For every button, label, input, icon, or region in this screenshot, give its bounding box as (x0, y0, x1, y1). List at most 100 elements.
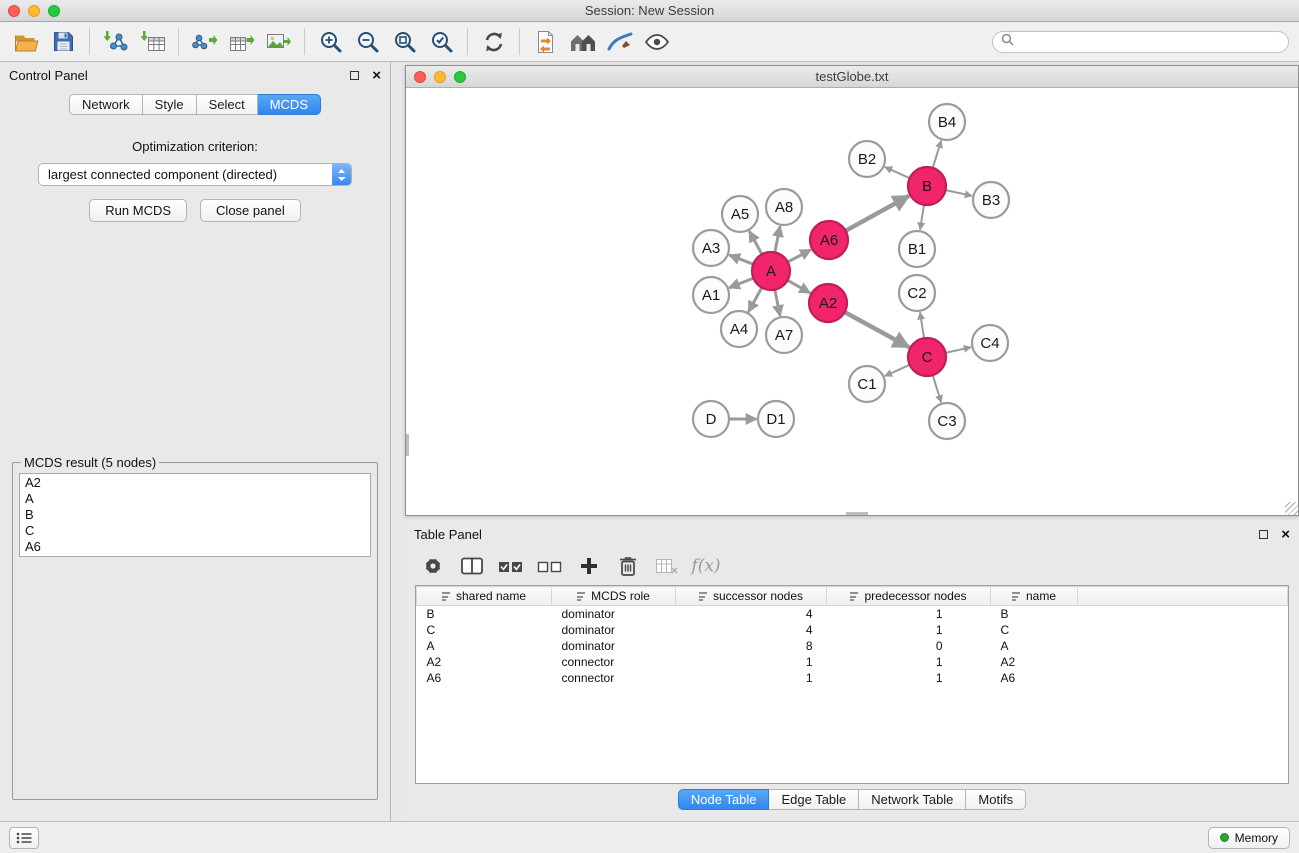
export-table-icon[interactable] (223, 25, 260, 59)
zoom-selected-icon[interactable] (423, 25, 460, 59)
cell-predecessor-nodes[interactable]: 1 (827, 606, 991, 622)
node-A8[interactable]: A8 (766, 189, 802, 225)
delete-column-trash-icon[interactable] (613, 551, 643, 581)
open-folder-icon[interactable] (8, 25, 45, 59)
edge-C-C4[interactable] (946, 347, 972, 353)
show-columns-icon[interactable] (457, 551, 487, 581)
deselect-all-columns-icon[interactable] (535, 551, 565, 581)
edge-A-A6[interactable] (788, 250, 811, 262)
tab-network[interactable]: Network (69, 94, 143, 115)
node-A2[interactable]: A2 (809, 284, 847, 322)
delete-table-icon[interactable] (652, 551, 682, 581)
function-builder-icon[interactable]: f(x) (691, 551, 721, 581)
file-transfer-icon[interactable] (527, 25, 564, 59)
close-table-panel-icon[interactable]: × (1281, 527, 1290, 542)
edge-A-A8[interactable] (775, 226, 780, 252)
node-D1[interactable]: D1 (758, 401, 794, 437)
apply-layout-icon[interactable] (475, 25, 512, 59)
zoom-in-icon[interactable] (312, 25, 349, 59)
cell-successor-nodes[interactable]: 1 (676, 654, 827, 670)
import-table-icon[interactable] (134, 25, 171, 59)
table-row[interactable]: Bdominator41B (417, 606, 1288, 622)
search-field[interactable] (992, 31, 1289, 53)
graphics-details-eye-icon[interactable] (638, 25, 675, 59)
resize-grip[interactable] (1285, 502, 1298, 515)
tab-network-table[interactable]: Network Table (859, 789, 966, 810)
edge-C-C1[interactable] (885, 365, 910, 376)
close-panel-icon[interactable]: × (372, 68, 381, 83)
tab-mcds[interactable]: MCDS (258, 94, 321, 115)
node-A6[interactable]: A6 (810, 221, 848, 259)
node-B[interactable]: B (908, 167, 946, 205)
cell-name[interactable]: A (991, 638, 1078, 654)
cell-MCDS-role[interactable]: dominator (552, 622, 676, 638)
edge-B-B2[interactable] (885, 167, 910, 178)
node-C[interactable]: C (908, 338, 946, 376)
zoom-fit-icon[interactable] (386, 25, 423, 59)
table-settings-gear-icon[interactable] (418, 551, 448, 581)
cell-name[interactable]: A6 (991, 670, 1078, 686)
cell-shared-name[interactable]: A2 (417, 654, 552, 670)
node-C2[interactable]: C2 (899, 275, 935, 311)
network-graph[interactable]: B4B2BB3A8A5A6B1A3AC2A1A2A4A7C4CC1C3DD1 (406, 88, 1298, 515)
edge-A-A1[interactable] (729, 278, 753, 288)
cell-name[interactable]: B (991, 606, 1078, 622)
edge-A-A3[interactable] (729, 255, 753, 264)
column-header-MCDS-role[interactable]: MCDS role (552, 587, 676, 606)
column-header-successor-nodes[interactable]: successor nodes (676, 587, 827, 606)
horizontal-scroll-marker[interactable] (846, 512, 868, 515)
cell-predecessor-nodes[interactable]: 0 (827, 638, 991, 654)
column-header-predecessor-nodes[interactable]: predecessor nodes (827, 587, 991, 606)
minimize-window-button[interactable] (28, 5, 40, 17)
cell-successor-nodes[interactable]: 4 (676, 622, 827, 638)
edge-A-A4[interactable] (748, 288, 761, 312)
float-panel-icon[interactable] (350, 71, 359, 80)
zoom-network-window-button[interactable] (454, 71, 466, 83)
column-header-name[interactable]: name (991, 587, 1078, 606)
minimize-network-window-button[interactable] (434, 71, 446, 83)
network-canvas-area[interactable]: B4B2BB3A8A5A6B1A3AC2A1A2A4A7C4CC1C3DD1 (406, 88, 1298, 515)
node-A3[interactable]: A3 (693, 230, 729, 266)
cell-shared-name[interactable]: C (417, 622, 552, 638)
tab-style[interactable]: Style (143, 94, 197, 115)
cell-MCDS-role[interactable]: dominator (552, 638, 676, 654)
tab-node-table[interactable]: Node Table (678, 789, 770, 810)
vertical-scroll-marker[interactable] (406, 434, 409, 456)
cell-predecessor-nodes[interactable]: 1 (827, 654, 991, 670)
node-A4[interactable]: A4 (721, 311, 757, 347)
tab-edge-table[interactable]: Edge Table (769, 789, 859, 810)
node-A[interactable]: A (752, 252, 790, 290)
run-mcds-button[interactable]: Run MCDS (89, 199, 187, 222)
edge-A-A5[interactable] (749, 231, 762, 254)
network-overview-icon[interactable] (564, 25, 601, 59)
node-A7[interactable]: A7 (766, 317, 802, 353)
float-table-panel-icon[interactable] (1259, 530, 1268, 539)
criterion-dropdown[interactable]: largest connected component (directed) (38, 163, 352, 186)
table-row[interactable]: Cdominator41C (417, 622, 1288, 638)
node-C3[interactable]: C3 (929, 403, 965, 439)
zoom-out-icon[interactable] (349, 25, 386, 59)
select-all-columns-icon[interactable] (496, 551, 526, 581)
tab-motifs[interactable]: Motifs (966, 789, 1026, 810)
cell-shared-name[interactable]: A (417, 638, 552, 654)
cell-successor-nodes[interactable]: 8 (676, 638, 827, 654)
edge-A6-B[interactable] (846, 196, 909, 231)
export-image-icon[interactable] (260, 25, 297, 59)
cell-MCDS-role[interactable]: connector (552, 654, 676, 670)
cell-predecessor-nodes[interactable]: 1 (827, 670, 991, 686)
edge-C-C2[interactable] (920, 312, 924, 338)
style-brush-icon[interactable] (601, 25, 638, 59)
import-network-icon[interactable] (97, 25, 134, 59)
add-column-plus-icon[interactable] (574, 551, 604, 581)
close-network-window-button[interactable] (414, 71, 426, 83)
edge-B-B3[interactable] (946, 190, 972, 196)
save-session-icon[interactable] (45, 25, 82, 59)
node-B2[interactable]: B2 (849, 141, 885, 177)
edge-A-A2[interactable] (788, 280, 811, 293)
mcds-result-list[interactable]: A2ABCA6 (19, 473, 371, 557)
tab-select[interactable]: Select (197, 94, 258, 115)
node-C1[interactable]: C1 (849, 366, 885, 402)
cell-successor-nodes[interactable]: 1 (676, 670, 827, 686)
cell-name[interactable]: A2 (991, 654, 1078, 670)
search-input[interactable] (1019, 35, 1280, 49)
